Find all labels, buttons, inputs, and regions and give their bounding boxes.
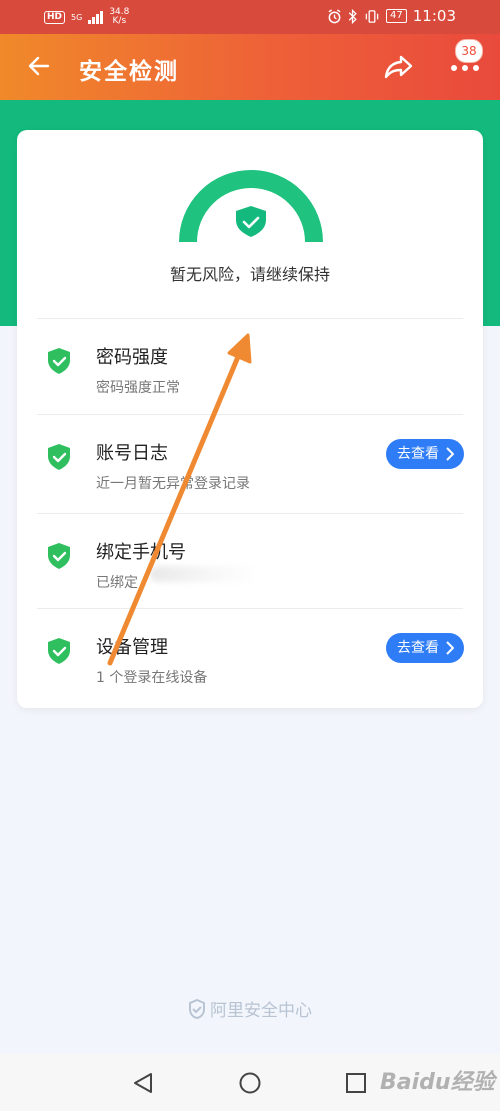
status-left: HD 5G 34.8 K/s (44, 8, 129, 26)
signal-icon (88, 10, 104, 24)
message-count-badge: 38 (455, 39, 483, 63)
back-nav-icon[interactable] (132, 1072, 154, 1094)
redacted-phone-number (150, 566, 260, 582)
item-name: 绑定手机号 (96, 542, 186, 563)
speed-unit: K/s (112, 16, 127, 26)
home-nav-icon[interactable] (239, 1072, 261, 1094)
safety-gauge (179, 170, 323, 243)
footer-brand: 阿里安全中心 (0, 996, 500, 1021)
shield-check-icon (236, 206, 266, 237)
shield-check-icon (48, 638, 70, 664)
check-item-login-log[interactable]: 账号日志 近一月暂无异常登录记录 去查看 (37, 414, 464, 513)
button-label: 去查看 (397, 446, 439, 462)
shield-check-icon (48, 444, 70, 470)
watermark-text: Baidu经验 (380, 1070, 495, 1095)
security-card: 暂无风险，请继续保持 密码强度 密码强度正常 账号日志 近一月暂无异常登录记录 … (17, 130, 483, 708)
item-desc: 已绑定 (96, 575, 138, 591)
battery-indicator: 47 (386, 9, 407, 23)
brand-name: 阿里安全中心 (210, 1001, 312, 1021)
network-speed: 34.8 K/s (109, 8, 129, 26)
bluetooth-icon (348, 8, 357, 24)
item-name: 账号日志 (96, 443, 168, 464)
chevron-right-icon (446, 641, 454, 655)
view-login-log-button[interactable]: 去查看 (386, 439, 464, 469)
vibrate-icon (365, 9, 379, 23)
item-desc: 密码强度正常 (96, 380, 180, 396)
app-header: 安全检测 38 (0, 34, 500, 100)
view-devices-button[interactable]: 去查看 (386, 633, 464, 663)
check-item-device-management[interactable]: 设备管理 1 个登录在线设备 去查看 (37, 608, 464, 707)
item-name: 密码强度 (96, 347, 168, 368)
risk-status-text: 暂无风险，请继续保持 (169, 265, 330, 284)
shield-check-icon (48, 543, 70, 569)
network-type: 5G (71, 12, 83, 22)
recents-nav-icon[interactable] (345, 1072, 367, 1094)
clock: 11:03 (412, 7, 456, 25)
button-label: 去查看 (397, 640, 439, 656)
page-title: 安全检测 (79, 59, 179, 85)
item-desc: 1 个登录在线设备 (96, 670, 208, 686)
item-desc: 近一月暂无异常登录记录 (96, 476, 250, 492)
alarm-icon (328, 8, 341, 23)
hd-indicator: HD (44, 10, 66, 24)
share-icon[interactable] (382, 50, 416, 84)
back-arrow-icon[interactable] (24, 51, 54, 81)
chevron-right-icon (446, 447, 454, 461)
check-item-phone-binding[interactable]: 绑定手机号 已绑定 (37, 513, 463, 612)
check-item-password[interactable]: 密码强度 密码强度正常 (37, 318, 463, 417)
item-name: 设备管理 (96, 637, 168, 658)
shield-logo-icon (189, 998, 205, 1020)
status-bar: HD 5G 34.8 K/s 47 11:03 (0, 0, 500, 34)
status-right: 47 11:03 (327, 7, 456, 25)
shield-check-icon (48, 348, 70, 374)
